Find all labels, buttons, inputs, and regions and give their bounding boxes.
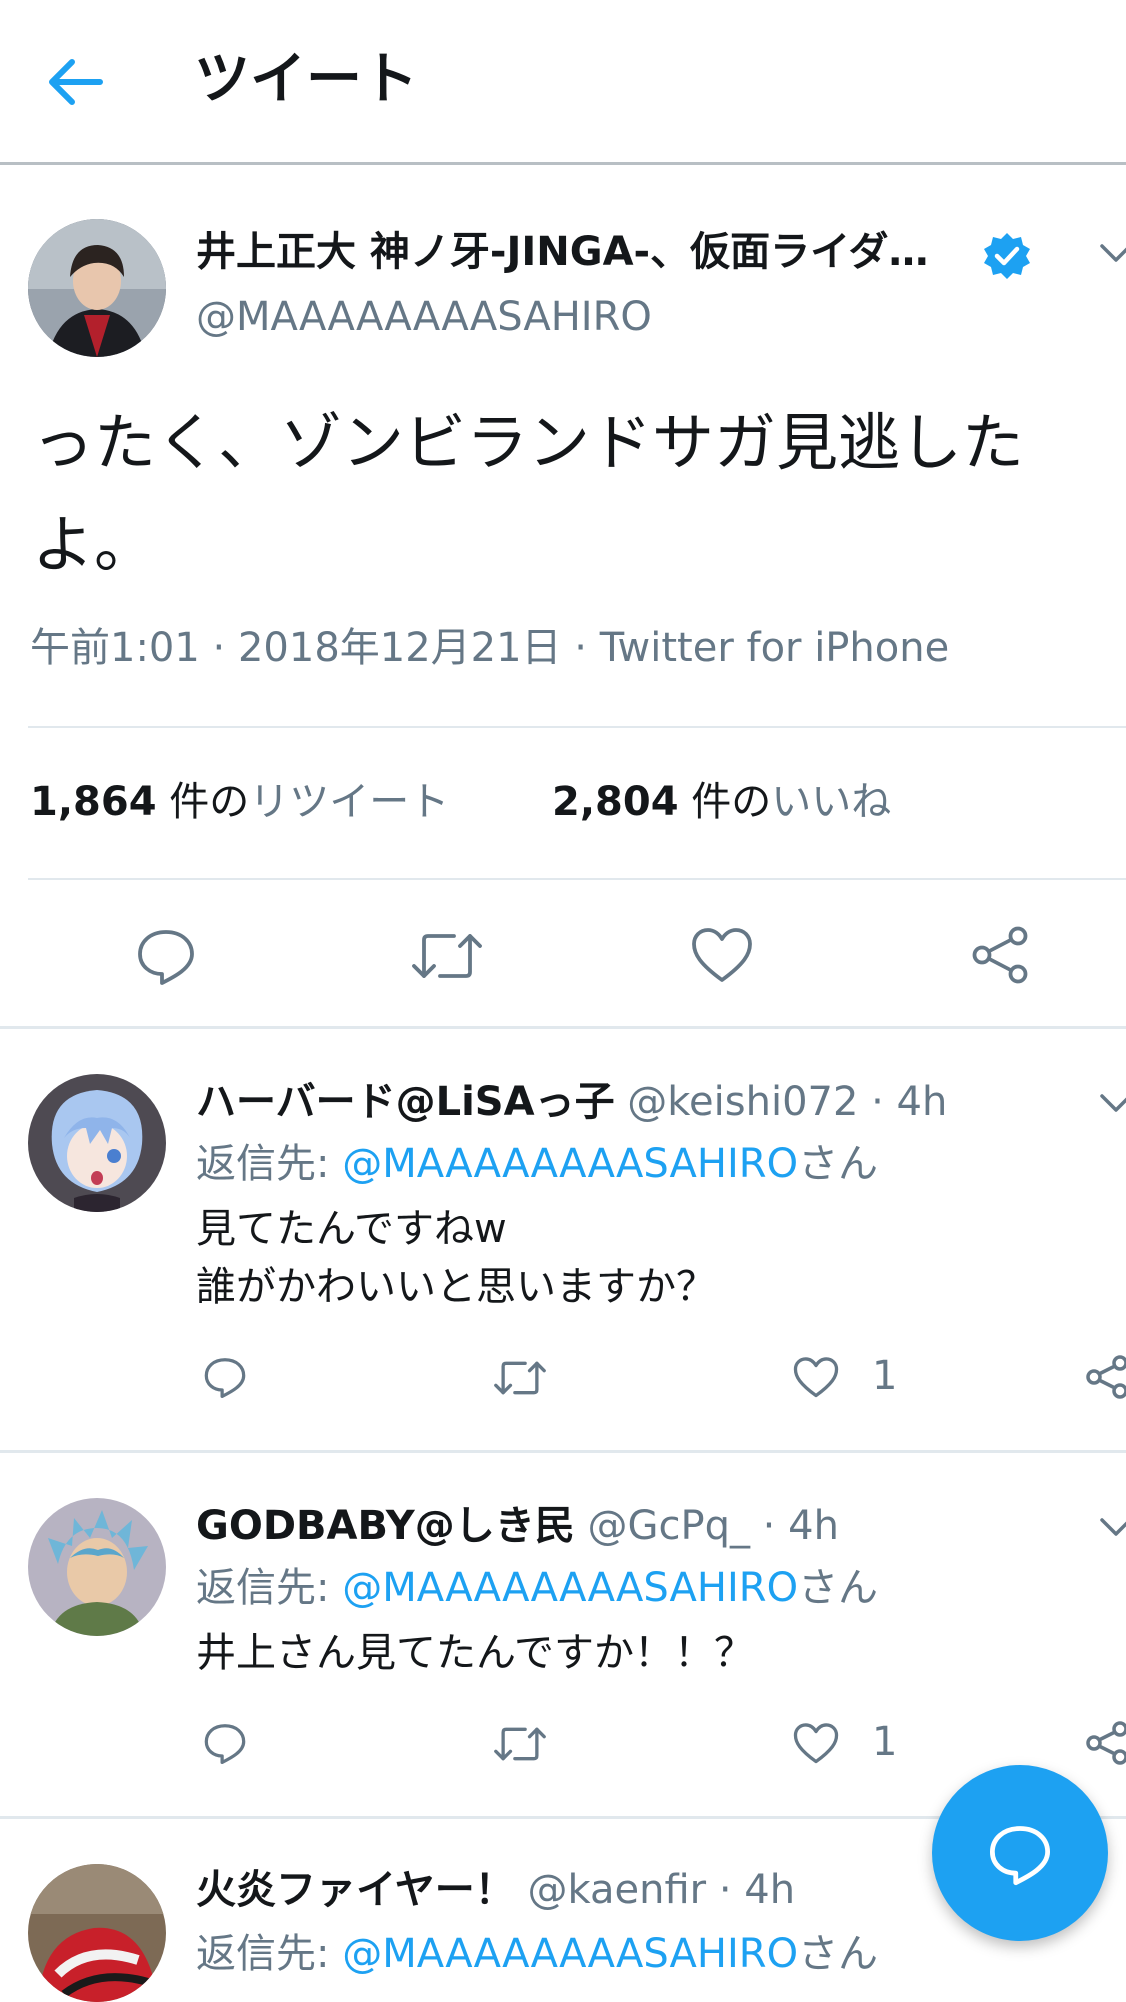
reply-handle-time: @kaenfir · 4h bbox=[527, 1867, 796, 1913]
like-label: いいね bbox=[771, 779, 892, 825]
share-icon[interactable] bbox=[970, 924, 1032, 986]
retweet-count-suffix: 件の bbox=[169, 779, 250, 825]
reply-text: 見てたんですねw 誰がかわいいと思いますか？ bbox=[196, 1206, 716, 1310]
retweet-icon[interactable] bbox=[492, 1722, 548, 1766]
chevron-down-icon[interactable] bbox=[1098, 1516, 1126, 1538]
retweet-stats[interactable]: 1,864 件のリツイート bbox=[30, 772, 449, 832]
mention-link[interactable]: @MAAAAAAAASAHIRO bbox=[342, 1565, 798, 1611]
avatar-anime bbox=[28, 1498, 166, 1636]
mention-link[interactable]: @MAAAAAAAASAHIRO bbox=[342, 1931, 798, 1977]
avatar[interactable] bbox=[28, 219, 166, 357]
reply-to-suffix: さん bbox=[798, 1141, 879, 1187]
reply-to-line: 返信先: @MAAAAAAAASAHIROさん bbox=[196, 1136, 878, 1192]
reply-author-name: ハーバード@LiSAっ子 bbox=[196, 1079, 615, 1125]
reply-handle-time: @keishi072 · 4h bbox=[627, 1079, 948, 1125]
reply-to-line: 返信先: @MAAAAAAAASAHIROさん bbox=[196, 1560, 878, 1616]
reply-handle-time: @GcPq_ · 4h bbox=[587, 1503, 839, 1549]
like-count-suffix: 件の bbox=[691, 779, 772, 825]
tweet-text: ったく、ゾンビランドサガ見逃したよ。 bbox=[32, 406, 1025, 581]
reply-to-prefix: 返信先: bbox=[196, 1931, 343, 1977]
avatar[interactable] bbox=[28, 1864, 166, 2002]
section-separator bbox=[0, 1026, 1126, 1029]
like-icon[interactable] bbox=[690, 926, 754, 986]
avatar[interactable] bbox=[28, 1074, 166, 1212]
retweet-count: 1,864 bbox=[30, 779, 157, 825]
chevron-down-icon[interactable] bbox=[1098, 1092, 1126, 1114]
like-count: 1 bbox=[872, 1719, 898, 1765]
avatar-photo bbox=[28, 1864, 166, 2002]
tweet-meta: 午前1:01 · 2018年12月21日 · Twitter for iPhon… bbox=[30, 625, 950, 671]
like-icon[interactable] bbox=[792, 1722, 840, 1766]
chevron-down-icon[interactable] bbox=[1098, 242, 1126, 264]
mention-link[interactable]: @MAAAAAAAASAHIRO bbox=[342, 1141, 798, 1187]
reply-author[interactable]: 火炎ファイヤー！ @kaenfir · 4h bbox=[196, 1862, 795, 1918]
reply-to-suffix: さん bbox=[798, 1931, 879, 1977]
reply-author[interactable]: GODBABY@しき民 @GcPq_ · 4h bbox=[196, 1498, 839, 1554]
compose-reply-button[interactable] bbox=[932, 1765, 1108, 1941]
reply-to-line: 返信先: @MAAAAAAAASAHIROさん bbox=[196, 1926, 878, 1982]
verified-badge-icon bbox=[984, 233, 1030, 279]
reply-icon[interactable] bbox=[202, 1354, 248, 1400]
reply-author-name: 火炎ファイヤー！ bbox=[196, 1867, 515, 1913]
author-name[interactable]: 井上正大 神ノ牙-JINGA-、仮面ライダ… bbox=[196, 225, 929, 279]
reply-to-suffix: さん bbox=[798, 1565, 879, 1611]
reply-icon[interactable] bbox=[134, 924, 198, 988]
back-arrow-icon[interactable] bbox=[46, 56, 106, 108]
reply-icon[interactable] bbox=[202, 1720, 248, 1766]
like-count: 2,804 bbox=[552, 779, 679, 825]
like-stats[interactable]: 2,804 件のいいね bbox=[552, 772, 891, 832]
retweet-label: リツイート bbox=[249, 779, 450, 825]
page-title: ツイート bbox=[194, 47, 418, 112]
retweet-icon[interactable] bbox=[410, 926, 484, 986]
avatar-anime bbox=[28, 1074, 166, 1212]
reply-text: 井上さん見てたんですか！！？ bbox=[196, 1630, 754, 1676]
divider bbox=[28, 878, 1126, 880]
reply-author[interactable]: ハーバード@LiSAっ子 @keishi072 · 4h bbox=[196, 1074, 947, 1130]
avatar-portrait bbox=[28, 219, 166, 357]
retweet-icon[interactable] bbox=[492, 1356, 548, 1400]
share-icon[interactable] bbox=[1086, 1720, 1126, 1766]
reply-to-prefix: 返信先: bbox=[196, 1565, 343, 1611]
like-count: 1 bbox=[872, 1353, 898, 1399]
top-bar: ツイート bbox=[0, 0, 1126, 165]
reply-author-name: GODBABY@しき民 bbox=[196, 1503, 575, 1549]
section-separator bbox=[0, 1450, 1126, 1453]
share-icon[interactable] bbox=[1086, 1354, 1126, 1400]
avatar[interactable] bbox=[28, 1498, 166, 1636]
author-handle[interactable]: @MAAAAAAAASAHIRO bbox=[196, 290, 652, 344]
compose-reply-icon bbox=[989, 1826, 1051, 1886]
reply-to-prefix: 返信先: bbox=[196, 1141, 343, 1187]
like-icon[interactable] bbox=[792, 1356, 840, 1400]
divider bbox=[28, 726, 1126, 728]
